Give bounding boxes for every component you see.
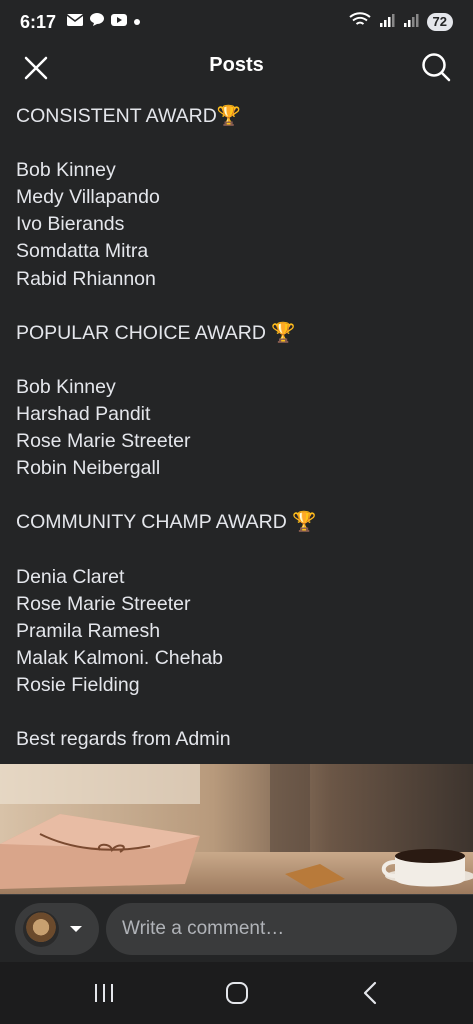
wifi-icon bbox=[348, 11, 371, 33]
post-image[interactable] bbox=[0, 764, 473, 894]
post-name: Bob Kinney bbox=[16, 159, 116, 182]
post-name: Bob Kinney bbox=[16, 375, 116, 398]
profile-switcher[interactable] bbox=[15, 903, 99, 955]
home-button[interactable] bbox=[217, 978, 257, 1008]
page-title: Posts bbox=[209, 54, 264, 76]
header: Posts bbox=[0, 44, 473, 90]
caret-down-icon bbox=[70, 926, 82, 932]
signal-icon-2 bbox=[403, 12, 419, 33]
notification-icons bbox=[66, 12, 141, 32]
battery-icon: 72 bbox=[426, 13, 453, 31]
comment-input[interactable]: Write a comment… bbox=[106, 903, 457, 955]
chat-icon bbox=[89, 12, 105, 32]
status-right-icons: 72 bbox=[348, 11, 453, 33]
post-name: Rabid Rhiannon bbox=[16, 267, 156, 290]
post-name: Medy Villapando bbox=[16, 186, 160, 209]
post-heading-consistent: CONSISTENT AWARD🏆 bbox=[16, 105, 242, 127]
post-name: Rose Marie Streeter bbox=[16, 430, 191, 453]
youtube-icon bbox=[110, 13, 128, 32]
post-heading-popular: POPULAR CHOICE AWARD 🏆 bbox=[16, 321, 296, 344]
post-name: Ivo Bierands bbox=[16, 213, 125, 236]
post-name: Somdatta Mitra bbox=[16, 240, 149, 263]
home-icon bbox=[226, 982, 248, 1004]
post-name: Robin Neibergall bbox=[16, 457, 161, 480]
post-heading-community: COMMUNITY CHAMP AWARD 🏆 bbox=[16, 511, 317, 534]
back-button[interactable] bbox=[350, 978, 390, 1008]
post-signoff: Best regards from Admin bbox=[16, 728, 231, 751]
signal-icon bbox=[379, 12, 395, 33]
post-name: Rosie Fielding bbox=[16, 673, 140, 696]
post-name: Malak Kalmoni. Chehab bbox=[16, 646, 224, 669]
post-name: Denia Claret bbox=[16, 565, 125, 588]
mail-icon bbox=[66, 13, 84, 32]
post-body: CONSISTENT AWARD🏆 Bob Kinney Medy Villap… bbox=[16, 103, 456, 753]
status-bar: 6:17 72 bbox=[0, 0, 473, 44]
status-time: 6:17 bbox=[20, 11, 57, 32]
comment-bar: Write a comment… bbox=[0, 894, 473, 962]
search-button[interactable] bbox=[419, 50, 453, 84]
post-name: Rose Marie Streeter bbox=[16, 592, 191, 615]
post-name: Harshad Pandit bbox=[16, 403, 151, 426]
system-nav-bar bbox=[0, 962, 473, 1024]
post-name: Pramila Ramesh bbox=[16, 619, 161, 642]
recent-apps-button[interactable] bbox=[84, 978, 124, 1008]
avatar bbox=[23, 911, 59, 947]
dot-icon bbox=[133, 13, 141, 31]
back-icon bbox=[363, 981, 377, 1005]
search-icon bbox=[422, 53, 451, 82]
recent-apps-icon bbox=[95, 984, 113, 1002]
